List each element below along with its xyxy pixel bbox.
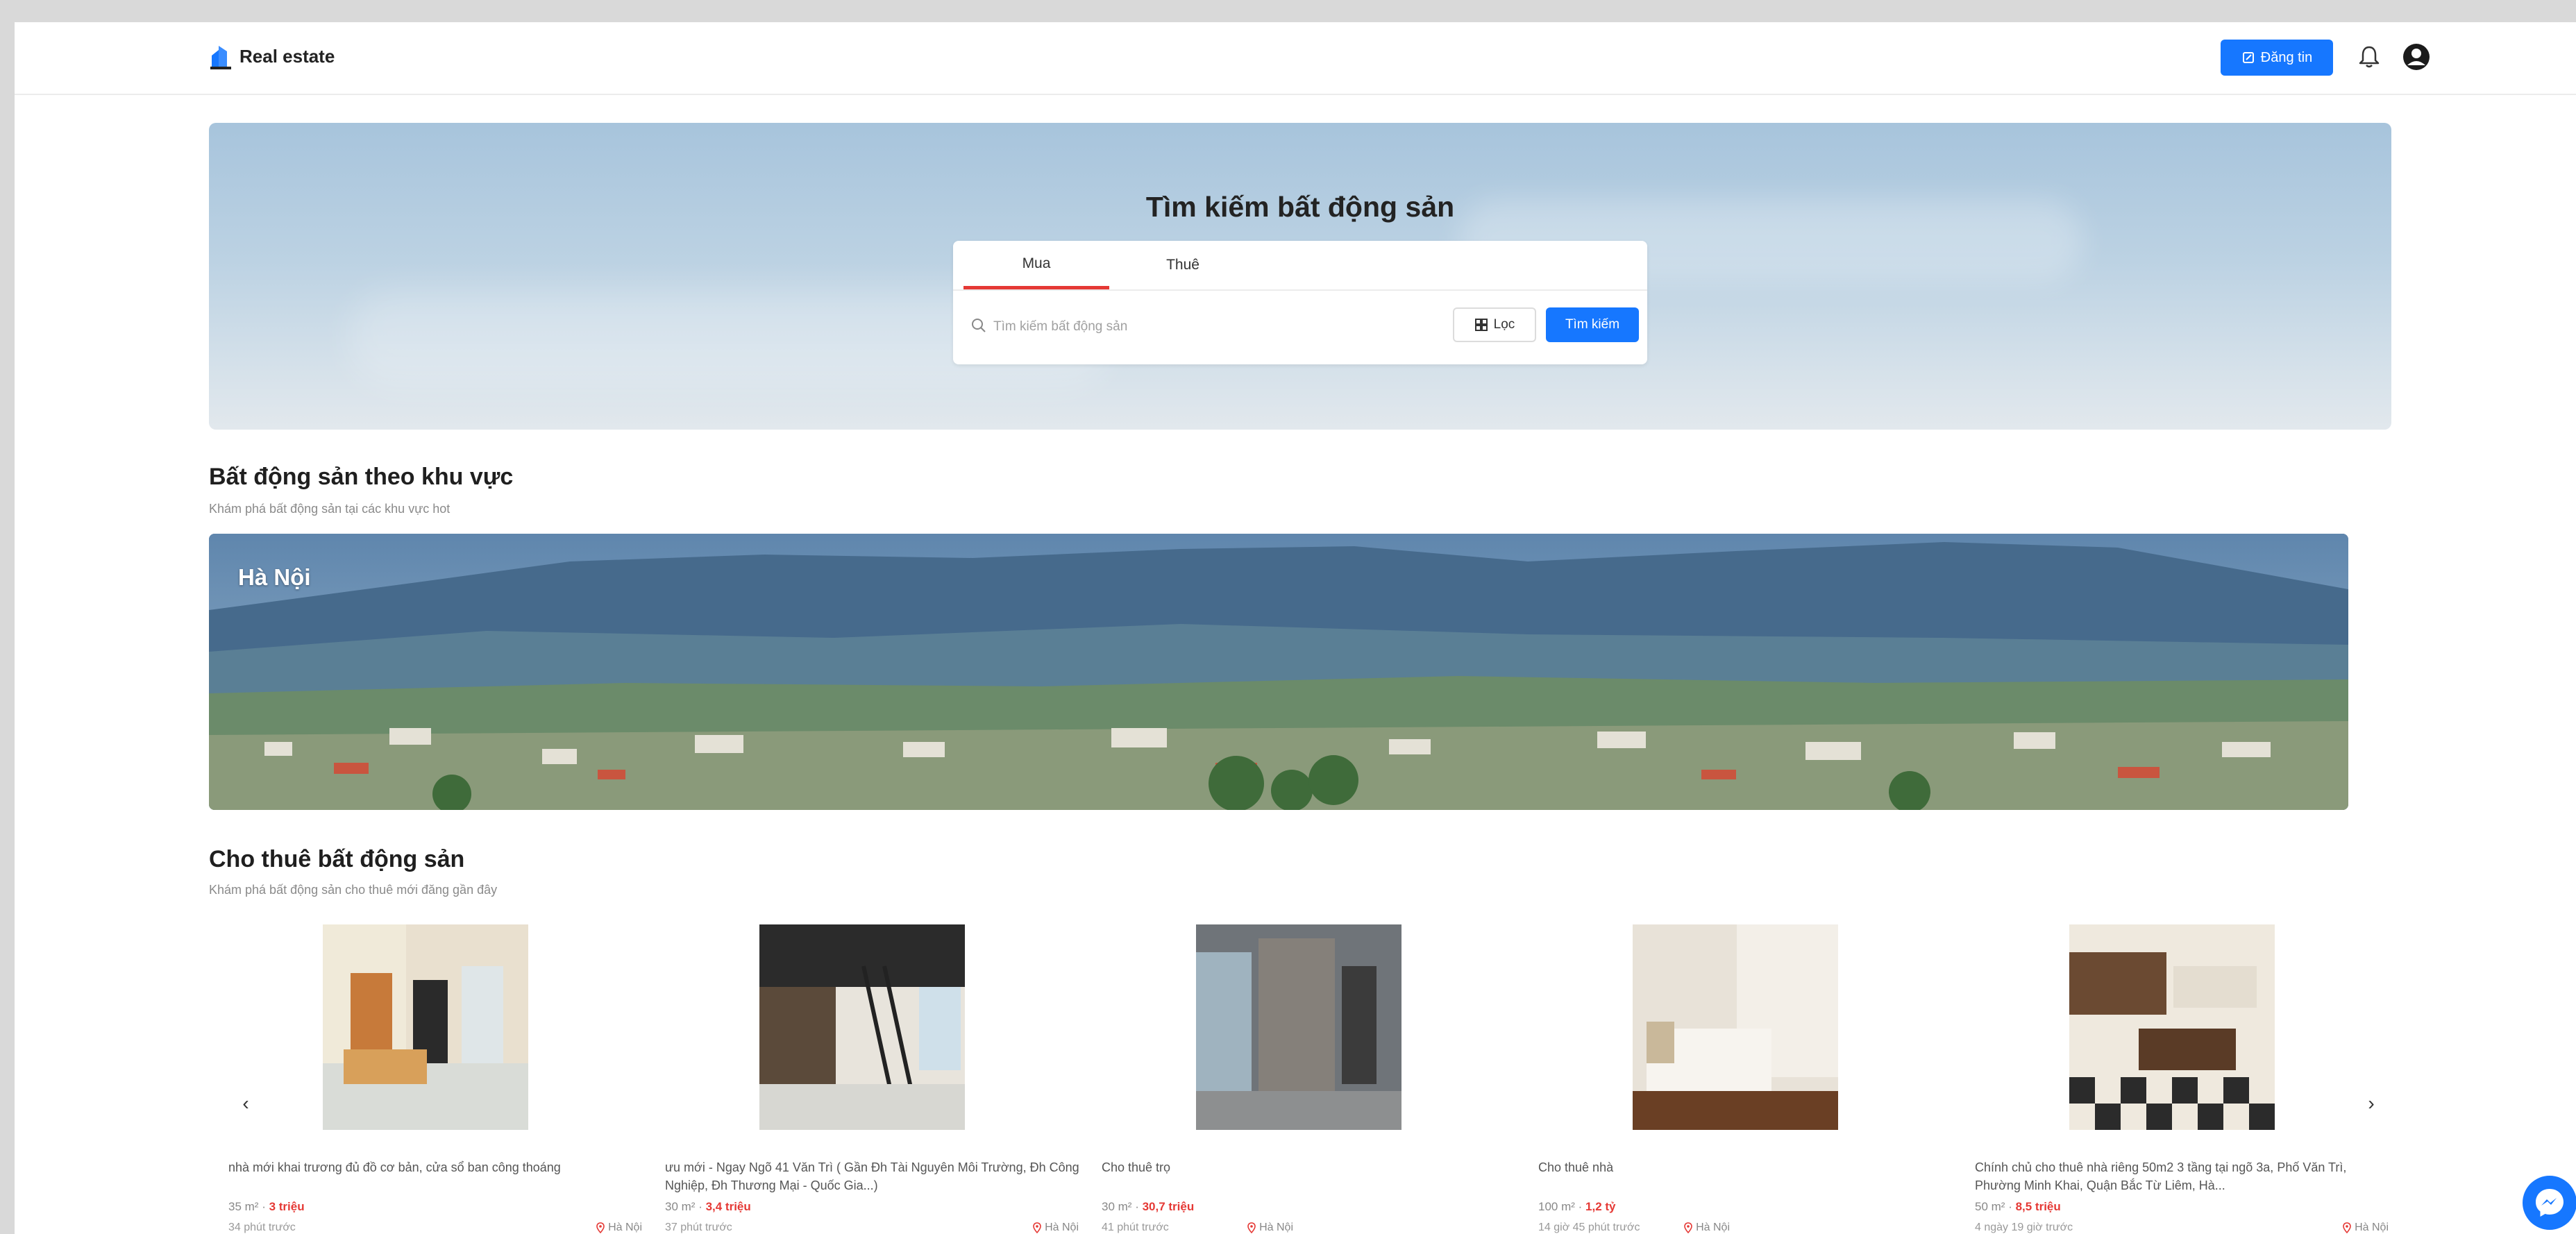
listing-time: 4 ngày 19 giờ trước: [1975, 1222, 2073, 1233]
location-pin-icon: [1247, 1222, 1256, 1233]
listing-price: 8,5 triệu: [2015, 1200, 2061, 1213]
region-landscape-image: [209, 534, 2348, 810]
carousel-next-icon[interactable]: ›: [2361, 1090, 2382, 1117]
filter-button[interactable]: Lọc: [1453, 307, 1536, 342]
listing-card[interactable]: ưu mới - Ngay Ngõ 41 Văn Trì ( Gần Đh Tà…: [655, 924, 1086, 1234]
logo-text: Real estate: [239, 45, 335, 67]
listing-location: Hà Nội: [1247, 1222, 1293, 1234]
region-section-title: Bất động sản theo khu vực: [209, 464, 514, 490]
listing-card[interactable]: Cho thuê nhà 100 m² · 1,2 tỷ 14 giờ 45 p…: [1529, 924, 1959, 1234]
listing-meta: 50 m² · 8,5 triệu: [1975, 1200, 2061, 1213]
listing-meta: 30 m² · 30,7 triệu: [1102, 1200, 1195, 1213]
messenger-chat-icon[interactable]: [2523, 1176, 2576, 1230]
listing-photo: [1196, 924, 1401, 1130]
listing-location: Hà Nội: [1683, 1222, 1730, 1234]
listing-area: 35 m²: [228, 1200, 259, 1213]
post-listing-label: Đăng tin: [2260, 49, 2313, 65]
messenger-glyph-icon: [2536, 1189, 2564, 1217]
listing-area: 100 m²: [1538, 1200, 1575, 1213]
listing-location: Hà Nội: [1032, 1222, 1079, 1234]
search-icon: [972, 319, 986, 332]
region-card-hanoi[interactable]: Hà Nội: [209, 534, 2348, 810]
listing-card[interactable]: Chính chủ cho thuê nhà riêng 50m2 3 tầng…: [1965, 924, 2396, 1234]
listing-location: Hà Nội: [2342, 1222, 2389, 1234]
location-pin-icon: [1684, 1222, 1692, 1233]
listing-location-text: Hà Nội: [1259, 1222, 1293, 1233]
listing-price: 30,7 triệu: [1142, 1200, 1195, 1213]
edit-icon: [2242, 52, 2254, 63]
filter-icon: [1474, 319, 1488, 331]
listing-area: 50 m²: [1975, 1200, 2005, 1213]
listing-meta: 100 m² · 1,2 tỷ: [1538, 1200, 1616, 1213]
post-listing-button[interactable]: Đăng tin: [2221, 40, 2333, 76]
search-row: Lọc Tìm kiếm: [966, 307, 1639, 346]
listing-title: Chính chủ cho thuê nhà riêng 50m2 3 tầng…: [1975, 1160, 2347, 1192]
listing-card[interactable]: nhà mới khai trương đủ đồ cơ bản, cửa sổ…: [219, 924, 649, 1234]
listing-photo: [323, 924, 528, 1130]
tab-buy[interactable]: Mua: [963, 241, 1109, 289]
location-pin-icon: [596, 1222, 605, 1233]
listing-photo: [2069, 924, 2275, 1130]
region-section-subtitle: Khám phá bất động sản tại các khu vực ho…: [209, 502, 451, 516]
filter-label: Lọc: [1493, 317, 1515, 332]
rent-listings-carousel: ‹ nhà mới khai trương đủ đồ cơ bản, cửa …: [209, 924, 2391, 1234]
listing-area: 30 m²: [665, 1200, 696, 1213]
tab-rent[interactable]: Thuê: [1110, 241, 1256, 289]
listing-photo: [759, 924, 965, 1130]
location-pin-icon: [2343, 1222, 2351, 1233]
listing-title: Cho thuê nhà: [1538, 1160, 1614, 1174]
listing-price: 1,2 tỷ: [1585, 1200, 1616, 1213]
rent-section-title: Cho thuê bất động sản: [209, 846, 465, 872]
search-input[interactable]: [992, 312, 1411, 341]
page: Real estate Đăng tin Tìm kiếm bất động s…: [15, 22, 2576, 1234]
listing-location-text: Hà Nội: [2355, 1222, 2389, 1233]
logo[interactable]: Real estate: [209, 43, 335, 69]
hero-title: Tìm kiếm bất động sản: [1145, 191, 1455, 223]
top-header: Real estate Đăng tin: [15, 22, 2576, 95]
listing-title: ưu mới - Ngay Ngõ 41 Văn Trì ( Gần Đh Tà…: [665, 1160, 1079, 1192]
listing-location-text: Hà Nội: [1045, 1222, 1079, 1233]
listing-location-text: Hà Nội: [608, 1222, 642, 1233]
user-avatar-icon[interactable]: [2401, 42, 2432, 72]
listing-photo: [1633, 924, 1838, 1130]
listing-card[interactable]: Cho thuê trọ 30 m² · 30,7 triệu 41 phút …: [1092, 924, 1522, 1234]
listing-time: 37 phút trước: [665, 1222, 732, 1233]
search-card: Mua Thuê Lọc Tìm ki: [953, 241, 1647, 364]
region-name: Hà Nội: [238, 564, 311, 590]
search-tabs: Mua Thuê: [953, 241, 1647, 291]
bell-icon[interactable]: [2355, 43, 2383, 71]
listing-title: Cho thuê trọ: [1102, 1160, 1171, 1174]
listing-price: 3 triệu: [269, 1200, 305, 1213]
listing-meta: 30 m² · 3,4 triệu: [665, 1200, 751, 1213]
listing-area: 30 m²: [1102, 1200, 1132, 1213]
building-logo-icon: [210, 46, 231, 69]
location-pin-icon: [1033, 1222, 1041, 1233]
listing-title: nhà mới khai trương đủ đồ cơ bản, cửa sổ…: [228, 1160, 561, 1174]
listing-meta: 35 m² · 3 triệu: [228, 1200, 305, 1213]
hero-search-banner: Tìm kiếm bất động sản Mua Thuê Tìm kiếm …: [209, 123, 2391, 430]
rent-section-subtitle: Khám phá bất động sản cho thuê mới đăng …: [209, 883, 498, 897]
listing-location: Hà Nội: [596, 1222, 642, 1234]
listing-price: 3,4 triệu: [705, 1200, 751, 1213]
search-button[interactable]: Tìm kiếm: [1546, 307, 1639, 342]
listing-time: 14 giờ 45 phút trước: [1538, 1222, 1640, 1233]
listing-time: 41 phút trước: [1102, 1222, 1169, 1233]
listing-time: 34 phút trước: [228, 1222, 296, 1233]
listing-location-text: Hà Nội: [1696, 1222, 1730, 1233]
